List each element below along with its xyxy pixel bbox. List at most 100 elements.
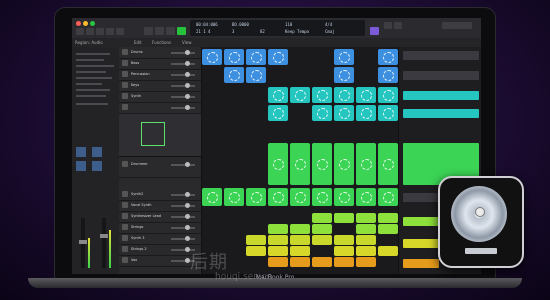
drummer-editor-thumbnail[interactable]	[119, 114, 201, 157]
rewind-button[interactable]	[144, 27, 153, 35]
loop-cell[interactable]	[334, 67, 354, 83]
loop-cell[interactable]	[378, 246, 398, 256]
zoom-button[interactable]	[90, 21, 95, 26]
loop-cell[interactable]	[356, 257, 376, 267]
loop-cell[interactable]	[334, 87, 354, 103]
loop-cell[interactable]	[356, 143, 376, 185]
pan-knob[interactable]	[185, 236, 190, 241]
volume-slider[interactable]	[171, 227, 195, 229]
cycle-button[interactable]	[370, 27, 379, 35]
audio-region[interactable]	[403, 91, 479, 100]
loop-cell[interactable]	[312, 87, 332, 103]
loop-cell[interactable]	[312, 143, 332, 185]
plugin-slot[interactable]	[76, 147, 86, 157]
loop-cell[interactable]	[246, 188, 266, 206]
loop-cell[interactable]	[378, 105, 398, 121]
volume-slider[interactable]	[171, 107, 195, 109]
pan-knob[interactable]	[185, 83, 190, 88]
loop-cell[interactable]	[378, 67, 398, 83]
loop-cell[interactable]	[312, 188, 332, 206]
pan-knob[interactable]	[185, 94, 190, 99]
loop-cell[interactable]	[290, 87, 310, 103]
loop-cell[interactable]	[378, 188, 398, 206]
volume-fader-2[interactable]	[100, 218, 108, 268]
pan-knob[interactable]	[185, 192, 190, 197]
loop-cell[interactable]	[268, 257, 288, 267]
plugin-slot[interactable]	[76, 161, 86, 171]
loop-cell[interactable]	[246, 235, 266, 245]
menu-region[interactable]: Region: Audio	[75, 40, 103, 45]
volume-slider[interactable]	[171, 164, 195, 166]
loop-cell[interactable]	[334, 143, 354, 185]
inspector-button[interactable]	[86, 28, 94, 35]
loop-cell[interactable]	[334, 235, 354, 245]
loop-cell[interactable]	[356, 235, 376, 245]
loop-cell[interactable]	[378, 224, 398, 234]
loop-cell[interactable]	[334, 246, 354, 256]
loop-cell[interactable]	[312, 213, 332, 223]
loop-cell[interactable]	[268, 143, 288, 185]
loop-cell[interactable]	[290, 257, 310, 267]
tuner-button[interactable]	[384, 22, 392, 29]
pan-knob[interactable]	[185, 203, 190, 208]
smart-controls-button[interactable]	[116, 28, 124, 35]
loop-cell[interactable]	[378, 87, 398, 103]
loop-cell[interactable]	[246, 67, 266, 83]
loop-cell[interactable]	[268, 235, 288, 245]
volume-slider[interactable]	[171, 74, 195, 76]
quick-help-button[interactable]	[96, 28, 104, 35]
loop-cell[interactable]	[224, 49, 244, 65]
browser-buttons[interactable]	[442, 22, 472, 29]
pan-knob[interactable]	[185, 61, 190, 66]
loop-cell[interactable]	[334, 213, 354, 223]
volume-slider[interactable]	[171, 194, 195, 196]
loop-cell[interactable]	[312, 105, 332, 121]
audio-region[interactable]	[403, 109, 479, 118]
loop-cell[interactable]	[356, 213, 376, 223]
loop-cell[interactable]	[356, 105, 376, 121]
loop-cell[interactable]	[246, 49, 266, 65]
loop-cell[interactable]	[268, 224, 288, 234]
volume-slider[interactable]	[171, 63, 195, 65]
loop-cell[interactable]	[290, 246, 310, 256]
loop-cell[interactable]	[268, 188, 288, 206]
toolbar-button[interactable]	[106, 28, 114, 35]
track-header[interactable]: Drummer	[119, 159, 201, 178]
pan-knob[interactable]	[185, 105, 190, 110]
volume-slider[interactable]	[171, 52, 195, 54]
minimize-button[interactable]	[83, 21, 88, 26]
loop-cell[interactable]	[290, 235, 310, 245]
loop-cell[interactable]	[356, 188, 376, 206]
midi-region[interactable]	[403, 217, 443, 226]
library-button[interactable]	[76, 28, 84, 35]
loop-cell[interactable]	[268, 87, 288, 103]
loop-cell[interactable]	[312, 235, 332, 245]
loop-cell[interactable]	[268, 246, 288, 256]
menu-functions[interactable]: Functions	[152, 40, 171, 45]
loop-cell[interactable]	[268, 49, 288, 65]
plugin-slot[interactable]	[92, 147, 102, 157]
play-button[interactable]	[177, 27, 186, 35]
volume-slider[interactable]	[171, 96, 195, 98]
loop-cell[interactable]	[378, 49, 398, 65]
forward-button[interactable]	[155, 27, 164, 35]
track-header[interactable]: Vox	[119, 255, 201, 267]
loop-cell[interactable]	[290, 188, 310, 206]
volume-slider[interactable]	[171, 205, 195, 207]
menu-edit[interactable]: Edit	[134, 40, 142, 45]
loop-cell[interactable]	[290, 224, 310, 234]
pan-knob[interactable]	[185, 50, 190, 55]
loop-cell[interactable]	[224, 188, 244, 206]
loop-cell[interactable]	[224, 67, 244, 83]
loop-cell[interactable]	[334, 257, 354, 267]
loop-cell[interactable]	[268, 105, 288, 121]
pan-knob[interactable]	[185, 225, 190, 230]
loop-cell[interactable]	[334, 105, 354, 121]
loop-cell[interactable]	[356, 246, 376, 256]
volume-fader[interactable]	[79, 218, 87, 268]
metronome-button[interactable]	[394, 22, 402, 29]
loop-cell[interactable]	[356, 224, 376, 234]
plugin-slot[interactable]	[92, 161, 102, 171]
loop-cell[interactable]	[312, 257, 332, 267]
volume-slider[interactable]	[171, 238, 195, 240]
